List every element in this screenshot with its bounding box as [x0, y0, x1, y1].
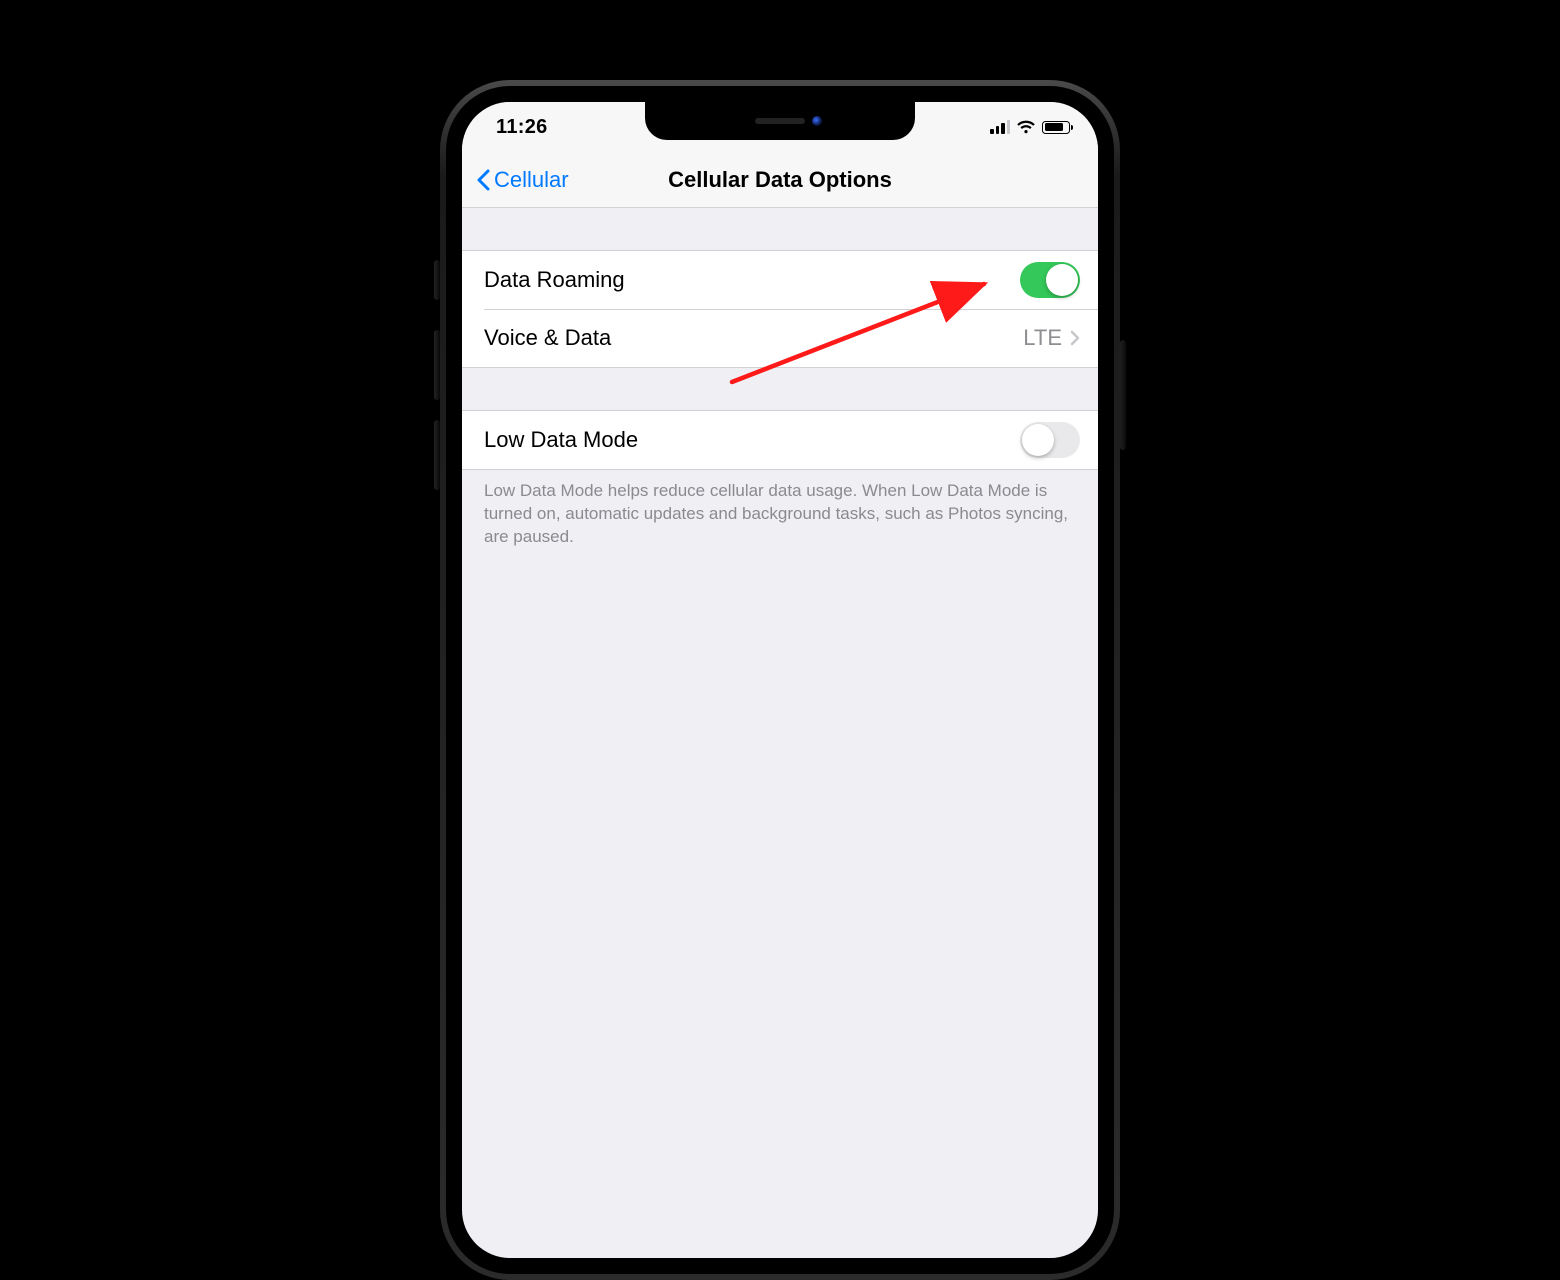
back-button[interactable]: Cellular: [470, 152, 575, 207]
row-data-roaming[interactable]: Data Roaming: [462, 251, 1098, 309]
phone-frame: 11:26: [440, 80, 1120, 1280]
row-label: Data Roaming: [484, 267, 625, 293]
back-label: Cellular: [494, 167, 569, 193]
group-footer-text: Low Data Mode helps reduce cellular data…: [462, 470, 1098, 569]
row-detail-value: LTE: [1023, 325, 1062, 351]
low-data-mode-toggle[interactable]: [1020, 422, 1080, 458]
battery-icon: [1042, 121, 1070, 134]
status-time: 11:26: [496, 116, 548, 139]
navigation-bar: Cellular Cellular Data Options: [462, 152, 1098, 208]
chevron-right-icon: [1070, 330, 1080, 346]
row-label: Voice & Data: [484, 325, 611, 351]
wifi-icon: [1016, 120, 1036, 134]
earpiece: [755, 118, 805, 124]
data-roaming-toggle[interactable]: [1020, 262, 1080, 298]
settings-group-1: Data Roaming Voice & Data LTE: [462, 250, 1098, 368]
row-label: Low Data Mode: [484, 427, 638, 453]
settings-content: Data Roaming Voice & Data LTE: [462, 208, 1098, 569]
phone-notch: [645, 102, 915, 140]
phone-power-button: [1120, 340, 1126, 450]
front-camera: [812, 116, 822, 126]
row-low-data-mode[interactable]: Low Data Mode: [462, 411, 1098, 469]
phone-screen: 11:26: [462, 102, 1098, 1258]
cellular-signal-icon: [990, 120, 1010, 134]
chevron-left-icon: [476, 169, 490, 191]
settings-group-2: Low Data Mode: [462, 410, 1098, 470]
page-title: Cellular Data Options: [668, 167, 892, 193]
row-voice-and-data[interactable]: Voice & Data LTE: [462, 309, 1098, 367]
